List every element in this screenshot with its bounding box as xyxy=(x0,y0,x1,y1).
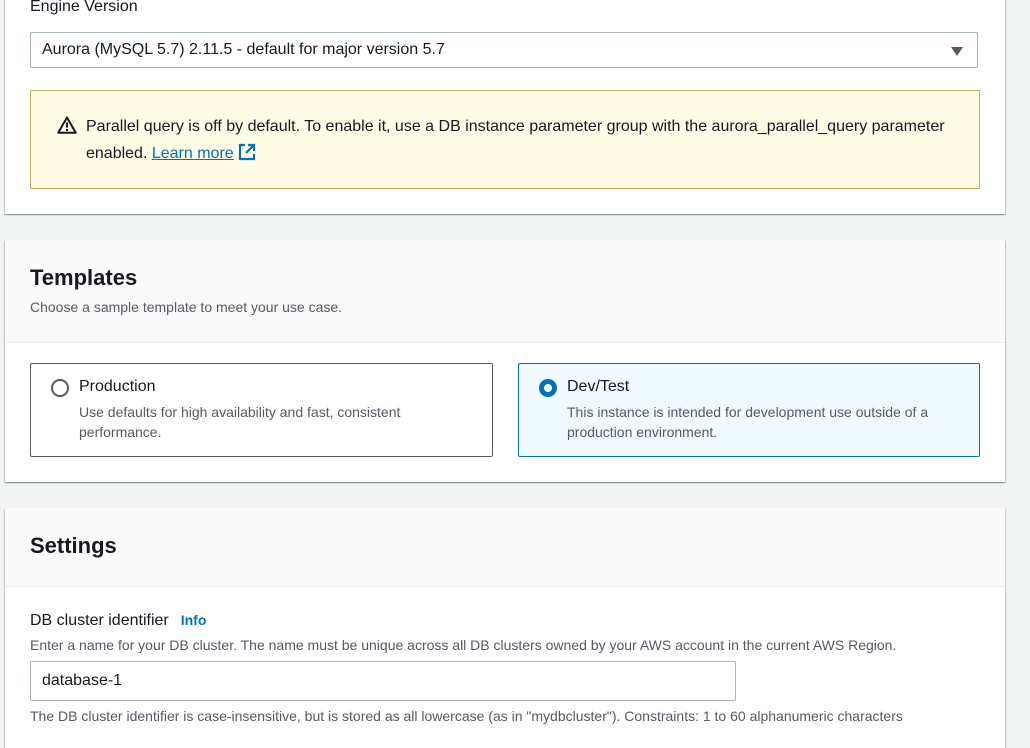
dev-test-title: Dev/Test xyxy=(567,378,630,395)
warning-message: Parallel query is off by default. To ena… xyxy=(86,113,946,167)
warning-icon xyxy=(57,116,77,134)
info-link[interactable]: Info xyxy=(181,612,207,628)
templates-title: Templates xyxy=(30,265,138,290)
engine-version-label: Engine Version xyxy=(30,0,138,15)
settings-title: Settings xyxy=(30,533,117,558)
learn-more-link[interactable]: Learn more xyxy=(151,143,256,162)
parallel-query-warning: Parallel query is off by default. To ena… xyxy=(30,90,980,189)
caret-down-icon xyxy=(951,47,963,56)
templates-description: Choose a sample template to meet your us… xyxy=(30,299,343,315)
radio-dev-test[interactable] xyxy=(539,379,557,397)
cluster-identifier-label-row: DB cluster identifier Info xyxy=(30,612,206,630)
engine-options-panel: Engine Version Aurora (MySQL 5.7) 2.11.5… xyxy=(5,0,1005,214)
external-link-icon xyxy=(238,143,255,161)
settings-header: Settings xyxy=(5,508,1005,587)
engine-version-select[interactable]: Aurora (MySQL 5.7) 2.11.5 - default for … xyxy=(30,32,978,68)
engine-version-value: Aurora (MySQL 5.7) 2.11.5 - default for … xyxy=(42,41,445,58)
dev-test-description: This instance is intended for developmen… xyxy=(567,404,929,440)
cluster-identifier-label: DB cluster identifier xyxy=(30,612,169,629)
cluster-identifier-description: Enter a name for your DB cluster. The na… xyxy=(30,637,897,653)
template-option-production[interactable]: Production Use defaults for high availab… xyxy=(30,363,493,457)
templates-header: Templates Choose a sample template to me… xyxy=(5,240,1005,343)
cluster-identifier-constraints: The DB cluster identifier is case-insens… xyxy=(30,708,903,724)
learn-more-label: Learn more xyxy=(151,145,234,162)
cluster-identifier-input[interactable] xyxy=(30,661,736,701)
radio-production[interactable] xyxy=(51,379,69,397)
templates-panel: Templates Choose a sample template to me… xyxy=(5,240,1005,482)
production-title: Production xyxy=(79,378,156,395)
settings-panel: Settings DB cluster identifier Info Enter… xyxy=(5,508,1005,748)
production-description: Use defaults for high availability and f… xyxy=(79,404,401,440)
template-option-dev-test[interactable]: Dev/Test This instance is intended for d… xyxy=(518,363,980,457)
